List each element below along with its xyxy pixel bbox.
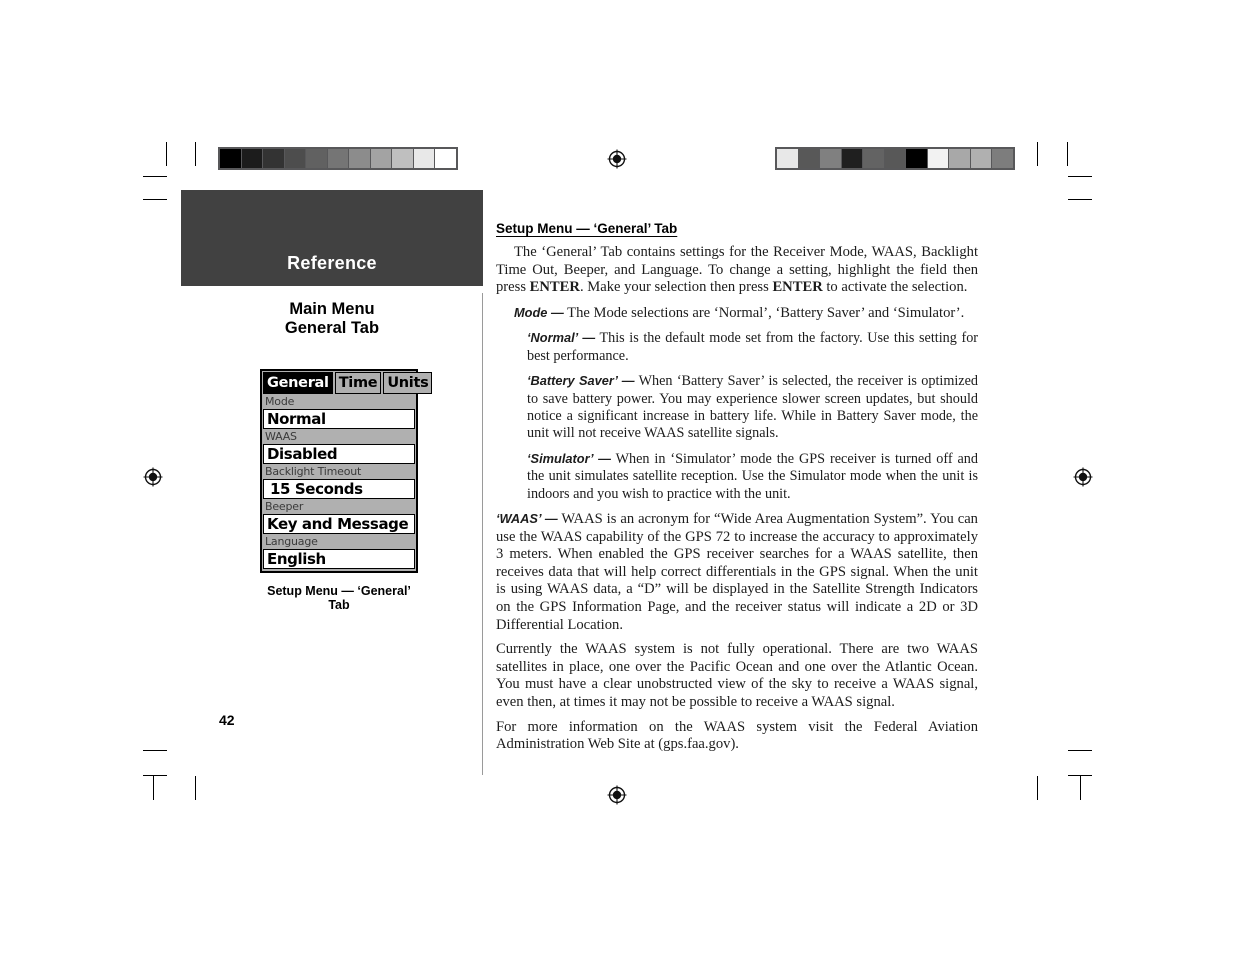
waas-status-paragraph: Currently the WAAS system is not fully o… <box>496 641 978 710</box>
gps-screen-figure: General Time Units Mode Normal WAAS Disa… <box>260 369 433 612</box>
gray-left-swatch-8 <box>392 149 413 168</box>
gps-field-label-language: Language <box>263 535 415 549</box>
crop-mark-bottom-left-inner-v <box>153 776 154 800</box>
gps-tab-time[interactable]: Time <box>334 372 382 394</box>
crop-mark-top-right-v <box>1037 142 1038 166</box>
normal-paragraph: ‘Normal’ — This is the default mode set … <box>496 329 978 365</box>
gray-left-swatch-2 <box>263 149 284 168</box>
registration-mark-top <box>607 149 627 169</box>
crop-mark-bottom-left-inner-h <box>143 775 167 776</box>
gps-field-value-backlight-timeout[interactable]: 15 Seconds <box>263 479 415 499</box>
gray-right-swatch-0 <box>777 149 798 168</box>
gps-device-screen: General Time Units Mode Normal WAAS Disa… <box>260 369 433 573</box>
column-divider <box>482 293 483 775</box>
waas-paragraph: ‘WAAS’ — WAAS is an acronym for “Wide Ar… <box>496 510 978 634</box>
battery-saver-term: ‘Battery Saver’ — <box>527 373 635 389</box>
crop-mark-bottom-left-v <box>195 776 196 800</box>
crop-mark-top-right-inner-v <box>1067 142 1068 166</box>
waas-term: ‘WAAS’ — <box>496 511 558 527</box>
gray-left-swatch-4 <box>306 149 327 168</box>
waas-text: WAAS is an acronym for “Wide Area Augmen… <box>496 511 978 633</box>
gps-field-label-backlight-timeout: Backlight Timeout <box>263 465 415 479</box>
gray-right-swatch-4 <box>863 149 884 168</box>
intro-text-b: . Make your selection then press <box>579 279 773 296</box>
normal-text: This is the default mode set from the fa… <box>527 330 979 364</box>
mode-paragraph: Mode — The Mode selections are ‘Normal’,… <box>496 304 978 323</box>
gray-right-swatch-9 <box>970 149 992 168</box>
crop-mark-bottom-right-h <box>1068 750 1092 751</box>
crop-mark-bottom-left-h <box>143 750 167 751</box>
gray-left-swatch-10 <box>435 149 457 168</box>
intro-paragraph: The ‘General’ Tab contains settings for … <box>496 244 978 297</box>
crop-mark-top-right-inner-h <box>1068 176 1092 177</box>
gps-tab-bar: General Time Units <box>263 372 433 394</box>
crop-mark-top-left-h <box>143 199 167 200</box>
gray-right-swatch-8 <box>949 149 970 168</box>
enter-key-1: ENTER <box>529 279 580 296</box>
gps-field-value-language[interactable]: English <box>263 549 415 569</box>
mode-term: Mode — <box>514 304 564 320</box>
gray-left-swatch-0 <box>220 149 241 168</box>
crop-mark-bottom-right-v <box>1037 776 1038 800</box>
enter-key-2: ENTER <box>772 279 823 296</box>
gray-right-swatch-5 <box>884 149 906 168</box>
simulator-term: ‘Simulator’ — <box>527 450 611 466</box>
main-content-column: Setup Menu — ‘General’ Tab The ‘General’… <box>496 221 978 761</box>
gps-field-value-mode[interactable]: Normal <box>263 409 415 429</box>
simulator-paragraph: ‘Simulator’ — When in ‘Simulator’ mode t… <box>496 450 978 503</box>
gray-left-swatch-3 <box>284 149 306 168</box>
gps-field-value-beeper[interactable]: Key and Message <box>263 514 415 534</box>
figure-caption: Setup Menu — ‘General’ Tab <box>267 584 411 612</box>
section-side-heading: Main Menu General Tab <box>181 300 483 338</box>
gps-field-value-waas[interactable]: Disabled <box>263 444 415 464</box>
chapter-band: Reference <box>181 190 483 286</box>
gray-right-swatch-2 <box>820 149 841 168</box>
gray-right-swatch-10 <box>992 149 1014 168</box>
gray-right-swatch-6 <box>906 149 927 168</box>
mode-text: The Mode selections are ‘Normal’, ‘Batte… <box>563 304 965 321</box>
manual-page: Reference Main Menu General Tab General … <box>0 0 1235 954</box>
registration-mark-bottom <box>607 785 627 805</box>
battery-saver-paragraph: ‘Battery Saver’ — When ‘Battery Saver’ i… <box>496 372 978 443</box>
intro-text-c: to activate the selection. <box>822 279 968 296</box>
grayscale-calibration-strip-right <box>775 147 1015 170</box>
gray-left-swatch-5 <box>327 149 349 168</box>
gray-left-swatch-1 <box>241 149 263 168</box>
chapter-title: Reference <box>287 253 377 273</box>
gps-field-label-beeper: Beeper <box>263 500 415 514</box>
registration-mark-left <box>143 467 163 487</box>
gps-field-label-mode: Mode <box>263 395 415 409</box>
crop-mark-bottom-right-inner-v <box>1080 776 1081 800</box>
grayscale-calibration-strip-left <box>218 147 458 170</box>
gps-field-label-waas: WAAS <box>263 430 415 444</box>
crop-mark-top-left-inner-h <box>143 176 167 177</box>
section-heading: Setup Menu — ‘General’ Tab <box>496 221 678 236</box>
registration-mark-right <box>1073 467 1093 487</box>
normal-term: ‘Normal’ — <box>527 330 596 346</box>
crop-mark-top-left-v <box>195 142 196 166</box>
gray-right-swatch-7 <box>927 149 949 168</box>
waas-more-info-paragraph: For more information on the WAAS system … <box>496 718 978 753</box>
gray-left-swatch-6 <box>349 149 370 168</box>
side-heading-line-1: Main Menu <box>289 300 375 318</box>
gray-right-swatch-1 <box>798 149 820 168</box>
gray-right-swatch-3 <box>841 149 863 168</box>
page-number: 42 <box>219 712 235 728</box>
side-heading-line-2: General Tab <box>284 319 380 337</box>
gps-tab-units[interactable]: Units <box>383 372 433 394</box>
gray-left-swatch-7 <box>370 149 392 168</box>
gray-left-swatch-9 <box>413 149 435 168</box>
crop-mark-top-left-inner-v <box>166 142 167 166</box>
gps-tab-general[interactable]: General <box>263 372 333 394</box>
crop-mark-top-right-h <box>1068 199 1092 200</box>
